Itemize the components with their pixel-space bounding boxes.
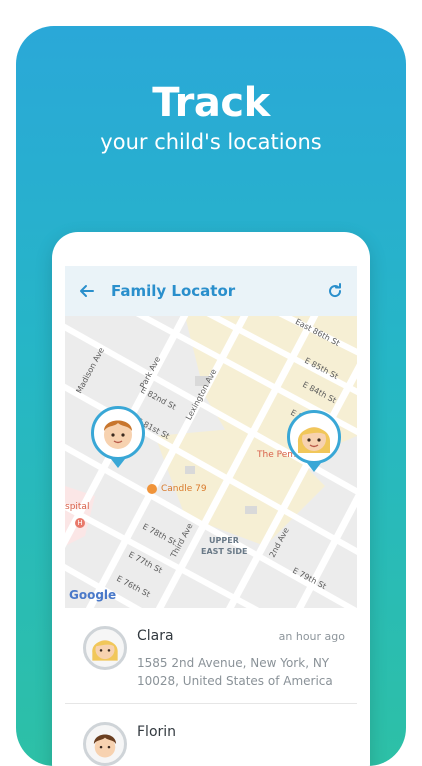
pin-tail xyxy=(111,459,125,468)
refresh-icon xyxy=(329,283,342,298)
child-location-pin-girl[interactable] xyxy=(287,410,341,464)
restaurant-icon xyxy=(147,484,157,494)
promo-headline: Track xyxy=(152,80,270,126)
map-label-east-side: EAST SIDE xyxy=(201,547,248,556)
girl-avatar-icon xyxy=(297,427,331,453)
contact-name: Florin xyxy=(137,724,177,740)
map-view[interactable]: East 86th St E 85th St E 84th St E 83rd … xyxy=(65,316,357,608)
pin-tail xyxy=(307,463,321,472)
contact-name: Clara xyxy=(137,628,174,644)
map-label-candle[interactable]: Candle 79 xyxy=(161,484,207,494)
page-title: Family Locator xyxy=(111,282,236,300)
promo-panel: Track your child's locations Family Loca… xyxy=(16,26,406,766)
app-bar: Family Locator xyxy=(65,266,357,316)
arrow-left-icon xyxy=(80,285,94,297)
child-location-pin-boy[interactable] xyxy=(91,406,145,460)
hospital-icon: H xyxy=(75,518,85,528)
girl-avatar-icon xyxy=(92,640,118,661)
boy-avatar-icon xyxy=(104,420,132,449)
list-item-florin[interactable]: Florin xyxy=(65,704,357,766)
back-button[interactable] xyxy=(77,281,97,301)
contact-list: Clara an hour ago 1585 2nd Avenue, New Y… xyxy=(65,608,357,766)
boy-avatar-icon xyxy=(93,734,117,758)
phone-frame: Family Locator East 86th St E 85th St E … xyxy=(52,232,370,766)
last-seen-time: an hour ago xyxy=(278,630,345,643)
refresh-button[interactable] xyxy=(325,281,345,301)
google-logo: Google xyxy=(69,588,117,602)
map-label-hospital: spital xyxy=(65,502,90,512)
map-label-upper: UPPER xyxy=(209,536,239,545)
avatar xyxy=(83,722,127,766)
app-screen: Family Locator East 86th St E 85th St E … xyxy=(65,266,357,766)
promo-subheadline: your child's locations xyxy=(100,130,322,154)
avatar xyxy=(83,626,127,670)
contact-address: 1585 2nd Avenue, New York, NY 10028, Uni… xyxy=(137,656,333,688)
list-item-clara[interactable]: Clara an hour ago 1585 2nd Avenue, New Y… xyxy=(65,608,357,704)
